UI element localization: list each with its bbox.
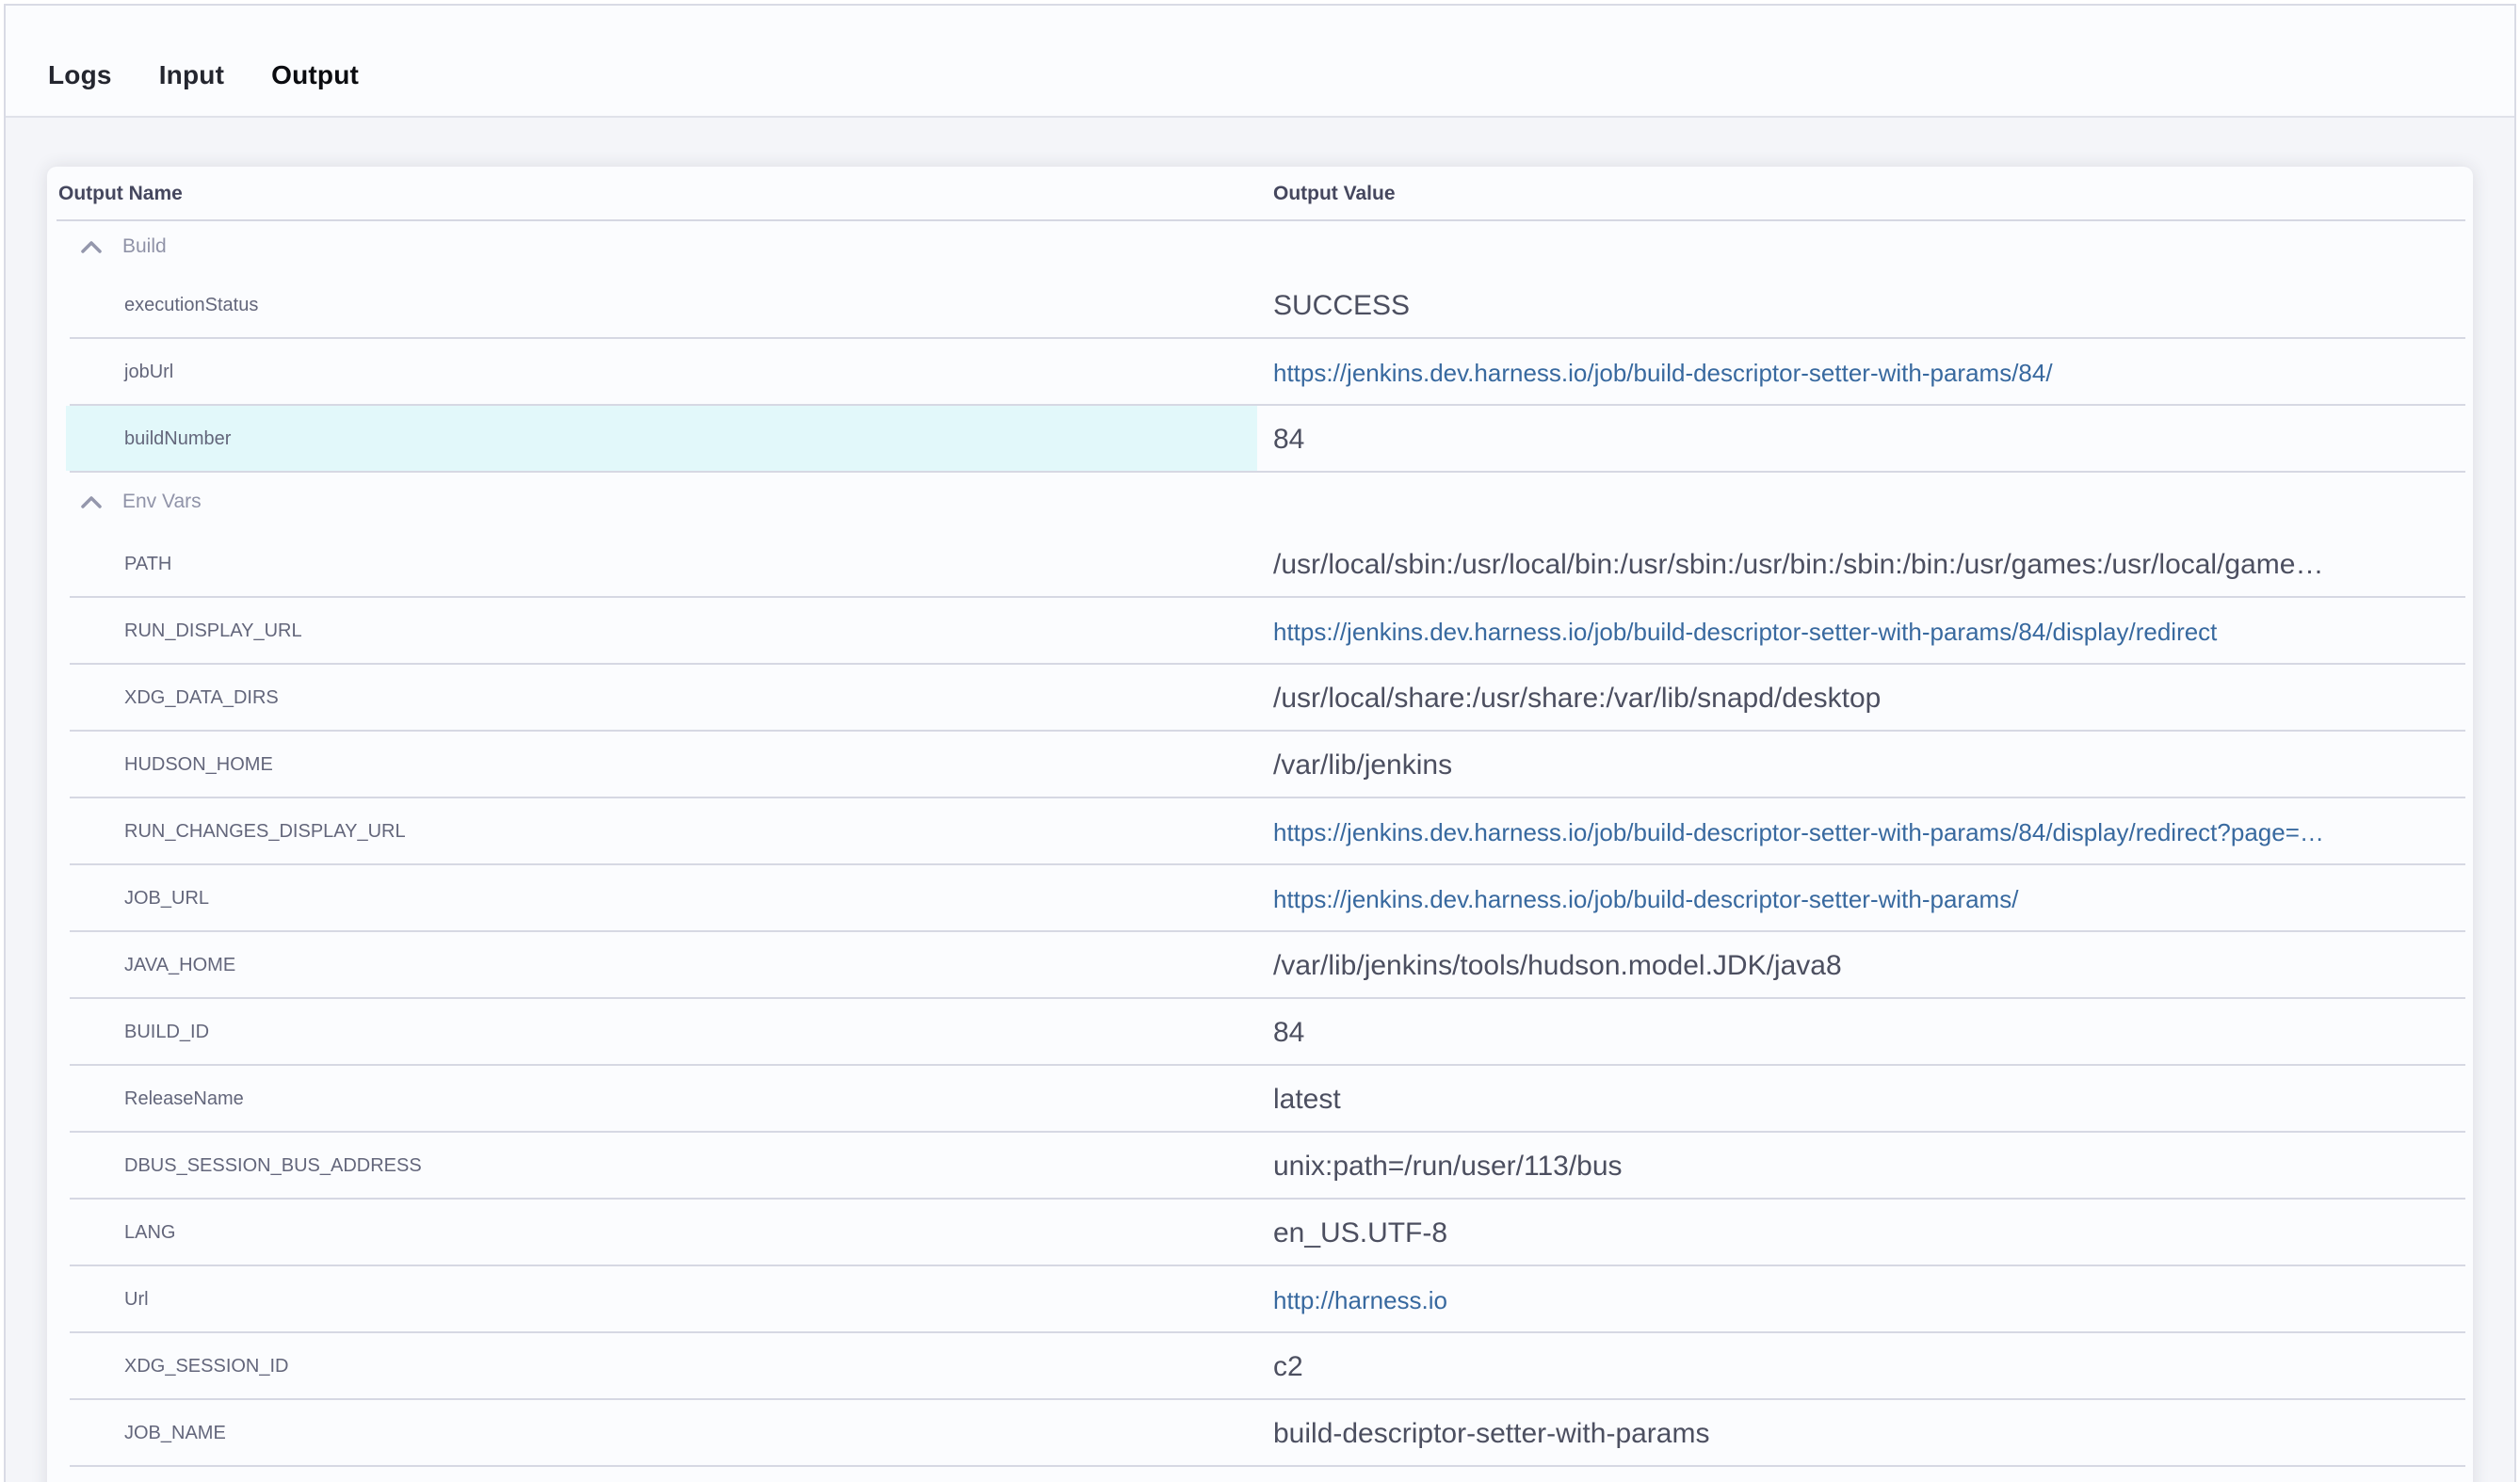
output-value-cell: /usr/local/sbin:/usr/local/bin:/usr/sbin…: [1262, 549, 2473, 581]
output-value-link[interactable]: https://jenkins.dev.harness.io/job/build…: [1273, 359, 2053, 387]
output-value-text: en_US.UTF-8: [1273, 1217, 1447, 1248]
section-label: Env Vars: [122, 491, 202, 513]
output-name-cell: LANG: [47, 1222, 1262, 1244]
output-value-text: SUCCESS: [1273, 290, 1410, 321]
table-row[interactable]: ReleaseName latest: [47, 1066, 2473, 1133]
output-value-cell: https://jenkins.dev.harness.io/job/build…: [1262, 357, 2473, 389]
step-details-panel: Logs Input Output Output Name Output Value…: [4, 4, 2516, 1482]
section-header-build[interactable]: Build: [47, 221, 2473, 272]
output-value-link[interactable]: https://jenkins.dev.harness.io/job/build…: [1273, 618, 2217, 646]
table-row[interactable]: JOB_NAME build-descriptor-setter-with-par…: [47, 1400, 2473, 1467]
output-value-cell: https://jenkins.dev.harness.io/job/build…: [1262, 616, 2473, 648]
table-row[interactable]: RUN_DISPLAY_URL https://jenkins.dev.harne…: [47, 598, 2473, 665]
tab-input[interactable]: Input: [159, 34, 224, 116]
output-value-cell: 84: [1262, 424, 2473, 456]
table-header-row: Output Name Output Value: [47, 167, 2473, 221]
output-name-cell: buildNumber: [47, 428, 1262, 450]
output-value-cell: en_US.UTF-8: [1262, 1217, 2473, 1249]
table-row[interactable]: BUILD_ID 84: [47, 999, 2473, 1066]
output-table-card: Output Name Output Value Build executionS…: [47, 167, 2473, 1482]
tab-bar: Logs Input Output: [6, 6, 2514, 118]
output-name-cell: PATH: [47, 554, 1262, 575]
output-value-text: /var/lib/jenkins: [1273, 749, 1452, 781]
output-name-cell: jobUrl: [47, 362, 1262, 383]
output-name-cell: RUN_CHANGES_DISPLAY_URL: [47, 821, 1262, 843]
output-name-cell: XDG_SESSION_ID: [47, 1356, 1262, 1377]
table-body: Build executionStatus SUCCESS jobUrl https:/…: [47, 221, 2473, 1467]
table-row[interactable]: RUN_CHANGES_DISPLAY_URL https://jenkins.d…: [47, 798, 2473, 865]
output-value-cell: unix:path=/run/user/113/bus: [1262, 1151, 2473, 1183]
output-value-text: /usr/local/share:/usr/share:/var/lib/sna…: [1273, 683, 1881, 714]
output-value-cell: SUCCESS: [1262, 290, 2473, 322]
table-row[interactable]: XDG_SESSION_ID c2: [47, 1333, 2473, 1400]
table-row[interactable]: Url http://harness.io: [47, 1266, 2473, 1333]
output-name-cell: XDG_DATA_DIRS: [47, 687, 1262, 709]
output-value-cell: c2: [1262, 1351, 2473, 1383]
output-name-cell: JAVA_HOME: [47, 955, 1262, 976]
output-value-link[interactable]: http://harness.io: [1273, 1286, 1447, 1314]
chevron-up-icon[interactable]: [80, 494, 103, 509]
output-value-cell: https://jenkins.dev.harness.io/job/build…: [1262, 816, 2473, 848]
output-name-cell: HUDSON_HOME: [47, 754, 1262, 776]
table-row[interactable]: HUDSON_HOME/var/lib/jenkins: [47, 732, 2473, 798]
tab-content: Output Name Output Value Build executionS…: [6, 121, 2514, 1482]
table-row[interactable]: executionStatus SUCCESS: [47, 272, 2473, 339]
tab-logs[interactable]: Logs: [48, 34, 112, 116]
output-value-link[interactable]: https://jenkins.dev.harness.io/job/build…: [1273, 818, 2324, 846]
output-value-cell: /var/lib/jenkins/tools/hudson.model.JDK/…: [1262, 950, 2473, 982]
output-value-text: /var/lib/jenkins/tools/hudson.model.JDK/…: [1273, 950, 1842, 981]
output-value-cell: 84: [1262, 1017, 2473, 1049]
table-row[interactable]: DBUS_SESSION_BUS_ADDRESS unix:path=/run/u…: [47, 1133, 2473, 1200]
output-name-cell: JOB_NAME: [47, 1423, 1262, 1444]
output-value-text: latest: [1273, 1084, 1341, 1115]
output-value-cell: /var/lib/jenkins: [1262, 749, 2473, 781]
output-name-cell: DBUS_SESSION_BUS_ADDRESS: [47, 1155, 1262, 1177]
tab-output[interactable]: Output: [271, 34, 359, 116]
output-value-text: unix:path=/run/user/113/bus: [1273, 1151, 1623, 1182]
section-header-env-vars[interactable]: Env Vars: [47, 473, 2473, 531]
column-header-output-name: Output Name: [47, 183, 1262, 205]
output-value-cell: build-descriptor-setter-with-params: [1262, 1418, 2473, 1450]
section-label: Build: [122, 235, 167, 258]
output-value-cell: /usr/local/share:/usr/share:/var/lib/sna…: [1262, 683, 2473, 715]
output-name-cell: RUN_DISPLAY_URL: [47, 620, 1262, 642]
output-name-cell: executionStatus: [47, 295, 1262, 316]
table-row[interactable]: XDG_DATA_DIRS/usr/local/share:/usr/share…: [47, 665, 2473, 732]
output-name-cell: BUILD_ID: [47, 1022, 1262, 1043]
table-row[interactable]: jobUrl https://jenkins.dev.harness.io/job…: [47, 339, 2473, 406]
output-name-cell: Url: [47, 1289, 1262, 1311]
table-row[interactable]: JAVA_HOME/var/lib/jenkins/tools/hudson.m…: [47, 932, 2473, 999]
table-row[interactable]: buildNumber 84: [47, 406, 2473, 473]
table-row[interactable]: PATH/usr/local/sbin:/usr/local/bin:/usr/…: [47, 531, 2473, 598]
table-row[interactable]: JOB_URL https://jenkins.dev.harness.io/jo…: [47, 865, 2473, 932]
output-value-text: build-descriptor-setter-with-params: [1273, 1418, 1709, 1449]
output-value-cell: https://jenkins.dev.harness.io/job/build…: [1262, 883, 2473, 915]
output-name-cell: JOB_URL: [47, 888, 1262, 910]
output-value-text: /usr/local/sbin:/usr/local/bin:/usr/sbin…: [1273, 549, 2323, 580]
column-header-output-value: Output Value: [1262, 183, 2473, 205]
output-value-text: 84: [1273, 1017, 1304, 1048]
table-row[interactable]: LANG en_US.UTF-8: [47, 1200, 2473, 1266]
chevron-up-icon[interactable]: [80, 239, 103, 254]
output-name-cell: ReleaseName: [47, 1088, 1262, 1110]
output-value-cell: http://harness.io: [1262, 1284, 2473, 1316]
output-value-text: 84: [1273, 424, 1304, 455]
output-value-link[interactable]: https://jenkins.dev.harness.io/job/build…: [1273, 885, 2018, 913]
output-value-text: c2: [1273, 1351, 1303, 1382]
output-value-cell: latest: [1262, 1084, 2473, 1116]
